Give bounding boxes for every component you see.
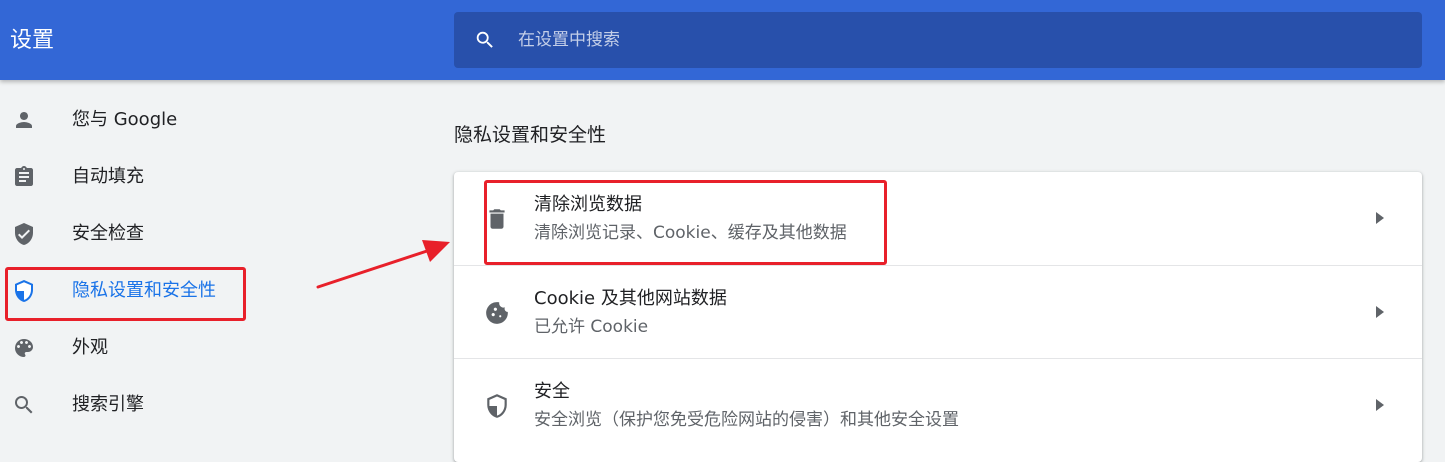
sidebar-item-label: 自动填充	[72, 166, 144, 187]
chevron-right-icon[interactable]	[1374, 210, 1386, 226]
shield-icon	[487, 394, 507, 418]
palette-icon	[15, 339, 33, 357]
shield-check-icon	[15, 223, 33, 245]
search-icon[interactable]	[474, 29, 496, 51]
clipboard-icon	[15, 166, 33, 186]
row-title: 安全	[534, 381, 570, 402]
settings-card: 清除浏览数据 清除浏览记录、Cookie、缓存及其他数据 Cookie 及其他网…	[454, 172, 1422, 462]
row-cookies[interactable]: Cookie 及其他网站数据 已允许 Cookie	[454, 265, 1422, 358]
person-icon	[16, 112, 32, 128]
sidebar-item-label: 外观	[72, 337, 108, 358]
sidebar-item-autofill[interactable]: 自动填充	[0, 149, 300, 206]
cookie-icon	[486, 302, 508, 324]
search-box[interactable]	[454, 12, 1422, 68]
app-title: 设置	[10, 28, 55, 53]
sidebar-item-you-and-google[interactable]: 您与 Google	[0, 92, 300, 149]
sidebar-item-label: 您与 Google	[72, 109, 178, 130]
sidebar-item-safety-check[interactable]: 安全检查	[0, 206, 300, 263]
sidebar-item-label: 搜索引擎	[72, 394, 144, 415]
chevron-right-icon[interactable]	[1374, 304, 1386, 320]
trash-icon	[489, 209, 505, 229]
shield-privacy-icon	[15, 280, 33, 302]
row-subtitle: 安全浏览（保护您免受危险网站的侵害）和其他安全设置	[534, 410, 959, 430]
sidebar: 您与 Google 自动填充 安全检查 隐私设置和安全性 外观 搜索引擎	[0, 92, 300, 434]
annotation-arrow-icon	[316, 240, 450, 289]
sidebar-item-privacy-security[interactable]: 隐私设置和安全性	[0, 263, 300, 320]
sidebar-item-label: 安全检查	[72, 223, 144, 244]
row-subtitle: 清除浏览记录、Cookie、缓存及其他数据	[534, 223, 847, 243]
section-title: 隐私设置和安全性	[454, 124, 607, 146]
app-header: 设置	[0, 0, 1445, 80]
row-subtitle: 已允许 Cookie	[534, 317, 649, 337]
sidebar-item-search-engine[interactable]: 搜索引擎	[0, 377, 300, 434]
chevron-right-icon[interactable]	[1374, 397, 1386, 413]
sidebar-item-appearance[interactable]: 外观	[0, 320, 300, 377]
row-title: Cookie 及其他网站数据	[534, 288, 727, 309]
sidebar-item-label: 隐私设置和安全性	[72, 280, 216, 301]
row-title: 清除浏览数据	[534, 194, 642, 215]
search-input[interactable]	[518, 12, 1398, 68]
row-clear-browsing-data[interactable]: 清除浏览数据 清除浏览记录、Cookie、缓存及其他数据	[454, 172, 1422, 265]
search-icon	[15, 396, 33, 414]
row-security[interactable]: 安全 安全浏览（保护您免受危险网站的侵害）和其他安全设置	[454, 358, 1422, 451]
